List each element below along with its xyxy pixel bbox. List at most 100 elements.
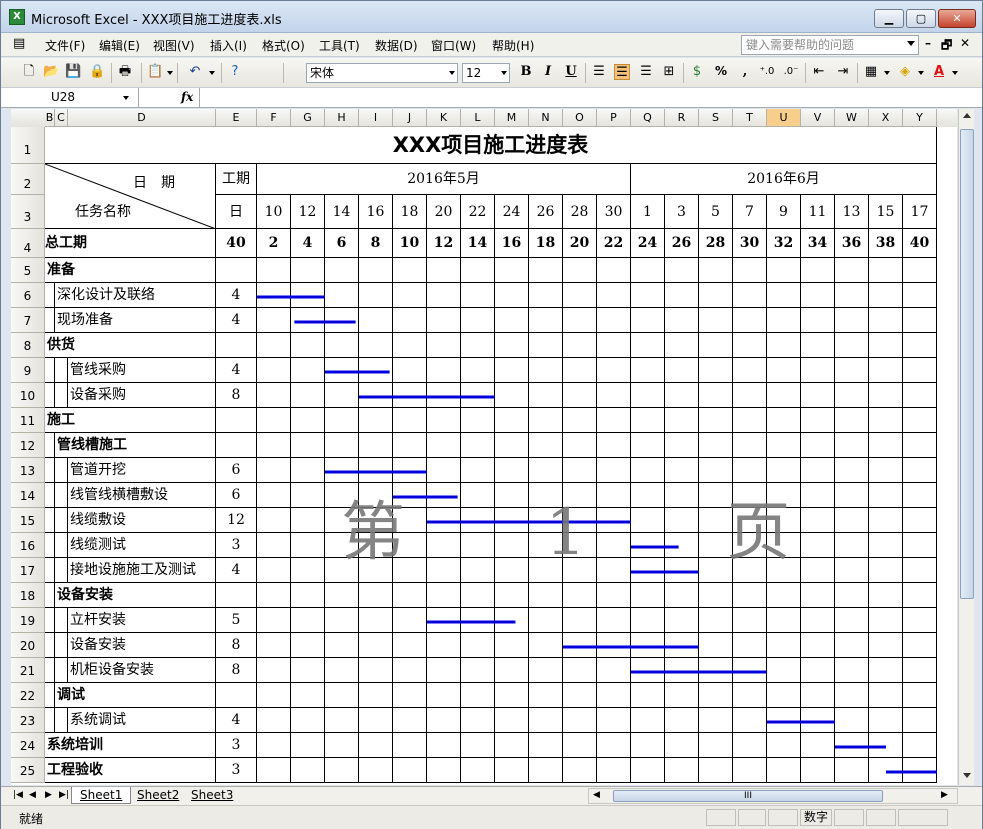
- schedule-cell[interactable]: [597, 633, 631, 658]
- schedule-cell[interactable]: [801, 658, 835, 683]
- document-icon[interactable]: ▤: [13, 36, 25, 51]
- undo-dropdown-icon[interactable]: [209, 71, 215, 75]
- task-name[interactable]: 施工: [45, 408, 216, 433]
- schedule-cell[interactable]: [461, 358, 495, 383]
- schedule-cell[interactable]: [869, 433, 903, 458]
- cumulative-day[interactable]: 30: [733, 229, 767, 258]
- schedule-cell[interactable]: [733, 733, 767, 758]
- schedule-cell[interactable]: [733, 433, 767, 458]
- indent-cell[interactable]: [45, 483, 55, 508]
- schedule-cell[interactable]: [801, 608, 835, 633]
- column-header-m[interactable]: M: [495, 109, 529, 127]
- schedule-cell[interactable]: [325, 383, 359, 408]
- cumulative-day[interactable]: 20: [563, 229, 597, 258]
- schedule-cell[interactable]: [903, 458, 937, 483]
- task-duration[interactable]: 3: [216, 733, 257, 758]
- schedule-cell[interactable]: [257, 708, 291, 733]
- row-header-21[interactable]: 21: [11, 658, 45, 683]
- task-name[interactable]: 现场准备: [55, 308, 216, 333]
- total-duration-value[interactable]: 40: [216, 229, 257, 258]
- schedule-cell[interactable]: [597, 358, 631, 383]
- task-duration[interactable]: 8: [216, 633, 257, 658]
- schedule-cell[interactable]: [563, 658, 597, 683]
- column-header-t[interactable]: T: [733, 109, 767, 127]
- column-header-r[interactable]: R: [665, 109, 699, 127]
- schedule-cell[interactable]: [393, 258, 427, 283]
- schedule-cell[interactable]: [427, 383, 461, 408]
- task-duration[interactable]: [216, 583, 257, 608]
- schedule-cell[interactable]: [529, 683, 563, 708]
- schedule-cell[interactable]: [869, 358, 903, 383]
- day-header[interactable]: 28: [563, 195, 597, 229]
- schedule-cell[interactable]: [631, 583, 665, 608]
- task-duration[interactable]: [216, 683, 257, 708]
- bold-button[interactable]: B: [518, 64, 534, 79]
- schedule-cell[interactable]: [869, 508, 903, 533]
- schedule-cell[interactable]: [529, 458, 563, 483]
- schedule-cell[interactable]: [733, 708, 767, 733]
- print-icon[interactable]: 🖶: [117, 64, 133, 80]
- day-header[interactable]: 26: [529, 195, 563, 229]
- schedule-cell[interactable]: [257, 608, 291, 633]
- schedule-cell[interactable]: [393, 733, 427, 758]
- vertical-scroll-thumb[interactable]: [960, 129, 974, 599]
- column-header-y[interactable]: Y: [903, 109, 937, 127]
- borders-dropdown-icon[interactable]: [884, 71, 890, 75]
- doc-minimize-button[interactable]: –: [925, 36, 931, 50]
- schedule-cell[interactable]: [903, 758, 937, 783]
- row-header-3[interactable]: 3: [11, 195, 45, 229]
- task-duration[interactable]: [216, 258, 257, 283]
- schedule-cell[interactable]: [903, 633, 937, 658]
- align-right-icon[interactable]: ☰: [638, 64, 654, 80]
- row-header-15[interactable]: 15: [11, 508, 45, 533]
- indent-cell[interactable]: [45, 458, 55, 483]
- schedule-cell[interactable]: [359, 383, 393, 408]
- schedule-cell[interactable]: [427, 333, 461, 358]
- menu-insert[interactable]: 插入(I): [210, 37, 247, 54]
- column-header-i[interactable]: I: [359, 109, 393, 127]
- column-header-c[interactable]: C: [55, 109, 68, 127]
- schedule-cell[interactable]: [733, 408, 767, 433]
- row-header-11[interactable]: 11: [11, 408, 45, 433]
- duration-header[interactable]: 工期: [216, 164, 257, 195]
- save-icon[interactable]: 💾: [65, 64, 81, 80]
- schedule-cell[interactable]: [393, 408, 427, 433]
- schedule-cell[interactable]: [393, 383, 427, 408]
- schedule-cell[interactable]: [835, 433, 869, 458]
- task-duration[interactable]: 8: [216, 383, 257, 408]
- schedule-cell[interactable]: [767, 283, 801, 308]
- schedule-cell[interactable]: [529, 408, 563, 433]
- schedule-cell[interactable]: [257, 308, 291, 333]
- schedule-cell[interactable]: [665, 658, 699, 683]
- sheet-tab-sheet3[interactable]: Sheet3: [183, 787, 241, 804]
- schedule-cell[interactable]: [835, 633, 869, 658]
- schedule-cell[interactable]: [495, 658, 529, 683]
- schedule-cell[interactable]: [257, 508, 291, 533]
- schedule-cell[interactable]: [801, 383, 835, 408]
- schedule-cell[interactable]: [359, 733, 393, 758]
- row-header-24[interactable]: 24: [11, 733, 45, 758]
- schedule-cell[interactable]: [631, 708, 665, 733]
- schedule-cell[interactable]: [903, 583, 937, 608]
- schedule-cell[interactable]: [461, 683, 495, 708]
- schedule-cell[interactable]: [325, 683, 359, 708]
- row-header-2[interactable]: 2: [11, 164, 45, 195]
- day-header[interactable]: 11: [801, 195, 835, 229]
- cumulative-day[interactable]: 26: [665, 229, 699, 258]
- task-name[interactable]: 设备安装: [55, 583, 216, 608]
- indent-cell[interactable]: [55, 633, 68, 658]
- schedule-cell[interactable]: [733, 608, 767, 633]
- task-duration[interactable]: 8: [216, 658, 257, 683]
- schedule-cell[interactable]: [257, 408, 291, 433]
- schedule-cell[interactable]: [665, 433, 699, 458]
- indent-cell[interactable]: [45, 508, 55, 533]
- horizontal-scroll-thumb[interactable]: III: [613, 790, 883, 802]
- new-icon[interactable]: 🗋: [21, 64, 37, 80]
- schedule-cell[interactable]: [393, 433, 427, 458]
- row-header-1[interactable]: 1: [11, 127, 45, 164]
- schedule-cell[interactable]: [869, 258, 903, 283]
- schedule-cell[interactable]: [767, 658, 801, 683]
- column-header-k[interactable]: K: [427, 109, 461, 127]
- schedule-cell[interactable]: [597, 733, 631, 758]
- schedule-cell[interactable]: [495, 683, 529, 708]
